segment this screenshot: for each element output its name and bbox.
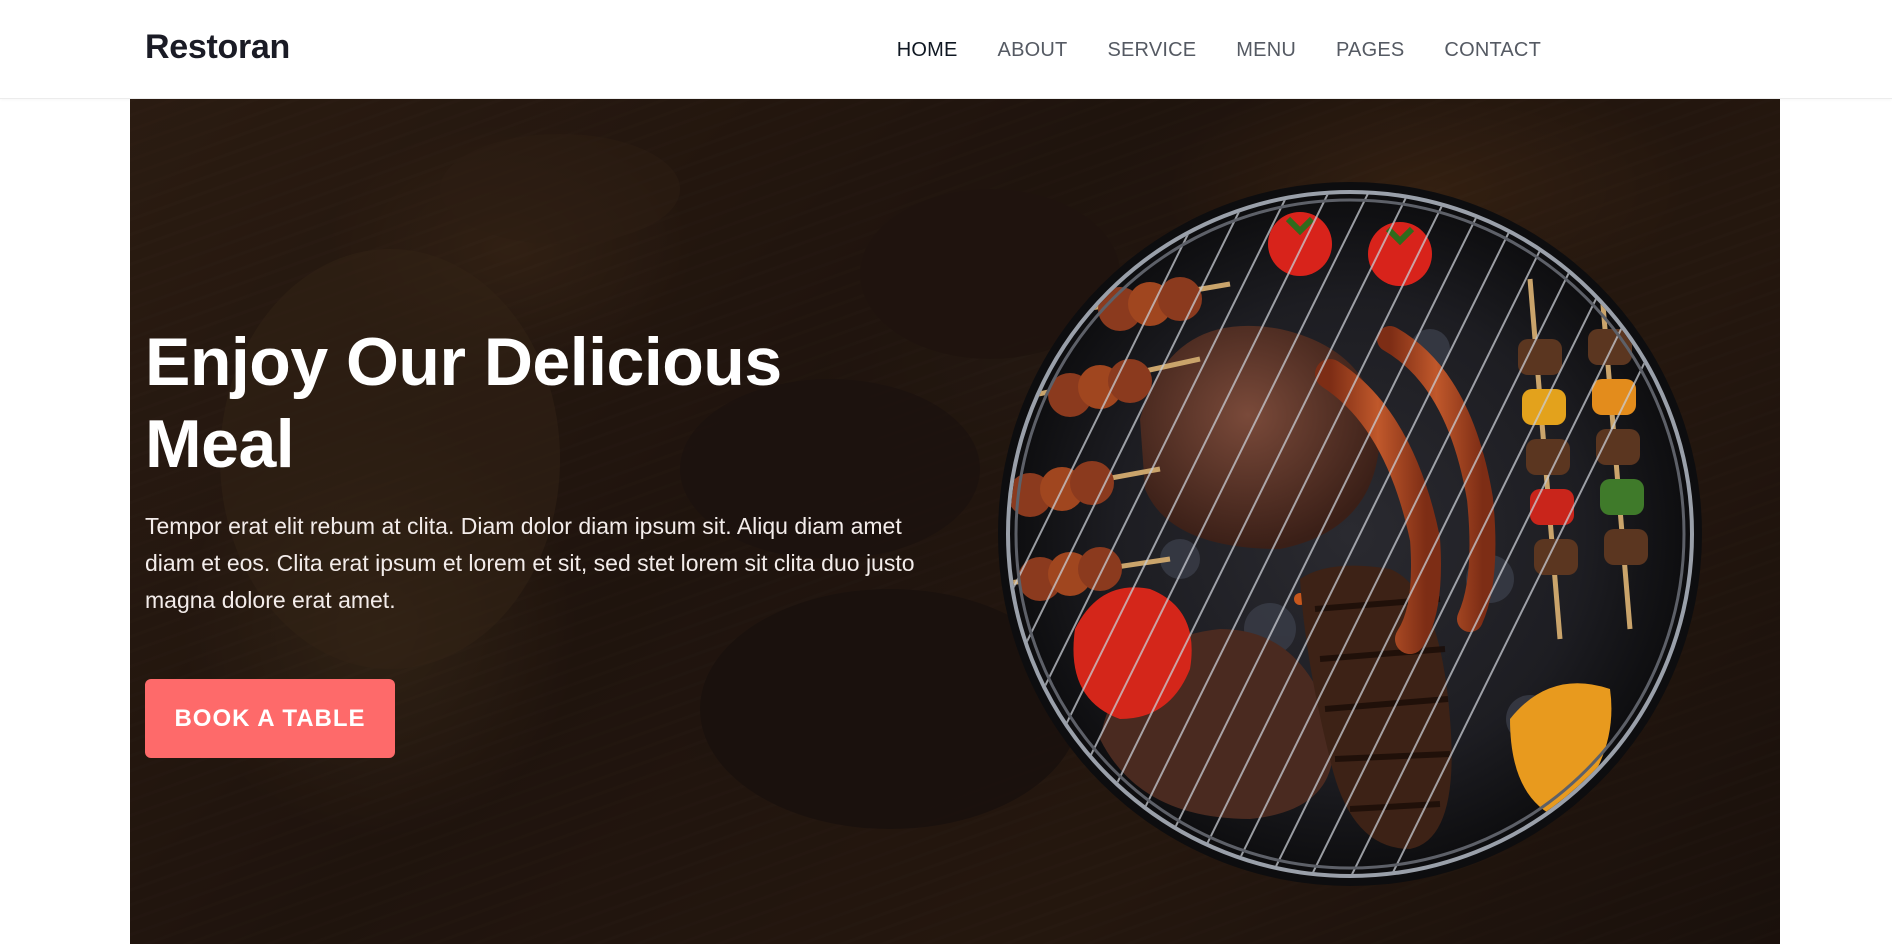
book-a-table-button[interactable]: BOOK A TABLE xyxy=(145,679,395,758)
hero-section: Enjoy Our Delicious Meal Tempor erat eli… xyxy=(130,99,1780,944)
brand-logo[interactable]: Restoran xyxy=(145,27,290,67)
nav-menu: HOME ABOUT SERVICE MENU PAGES CONTACT xyxy=(857,0,1541,99)
hero-description: Tempor erat elit rebum at clita. Diam do… xyxy=(145,513,915,613)
nav-link-pages[interactable]: PAGES xyxy=(1336,38,1404,62)
nav-link-home[interactable]: HOME xyxy=(897,38,958,62)
nav-link-menu[interactable]: MENU xyxy=(1236,38,1296,62)
grilled-meat-barbecue-image xyxy=(998,182,1702,886)
nav-link-about[interactable]: ABOUT xyxy=(998,38,1068,62)
nav-link-contact[interactable]: CONTACT xyxy=(1444,38,1541,62)
hero-title: Enjoy Our Delicious Meal xyxy=(145,324,782,482)
top-navbar: Restoran HOME ABOUT SERVICE MENU PAGES C… xyxy=(0,0,1892,99)
nav-link-service[interactable]: SERVICE xyxy=(1107,38,1196,62)
